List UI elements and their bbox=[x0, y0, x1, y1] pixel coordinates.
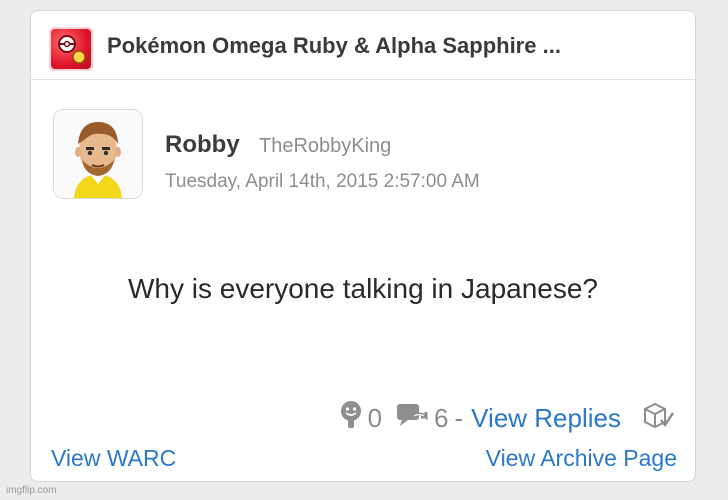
author-id: TheRobbyKing bbox=[259, 135, 392, 157]
post-body: Why is everyone talking in Japanese? bbox=[127, 273, 599, 304]
post-card: Pokémon Omega Ruby & Alpha Sapphire ... … bbox=[30, 10, 696, 482]
post-stats: 0 6 - View Replies bbox=[338, 400, 679, 437]
view-archive-page-link[interactable]: View Archive Page bbox=[486, 445, 677, 472]
archived-box-icon bbox=[641, 400, 675, 437]
post-timestamp: Tuesday, April 14th, 2015 2:57:00 AM bbox=[165, 171, 480, 192]
view-warc-link[interactable]: View WARC bbox=[51, 445, 176, 472]
game-title[interactable]: Pokémon Omega Ruby & Alpha Sapphire ... bbox=[107, 33, 687, 59]
avatar[interactable] bbox=[53, 109, 143, 199]
reply-icon bbox=[396, 401, 430, 436]
pokeball-game-icon bbox=[49, 27, 93, 71]
mii-avatar-icon bbox=[54, 110, 142, 198]
game-header[interactable]: Pokémon Omega Ruby & Alpha Sapphire ... bbox=[31, 11, 695, 80]
stats-separator: - bbox=[454, 402, 464, 433]
yeah-face-icon[interactable] bbox=[338, 400, 364, 437]
yeah-count: 0 bbox=[367, 402, 383, 433]
author-name[interactable]: Robby bbox=[165, 131, 240, 159]
view-replies-link[interactable]: View Replies bbox=[471, 403, 621, 434]
watermark: imgflip.com bbox=[6, 485, 57, 496]
reply-count: 6 bbox=[434, 402, 449, 433]
